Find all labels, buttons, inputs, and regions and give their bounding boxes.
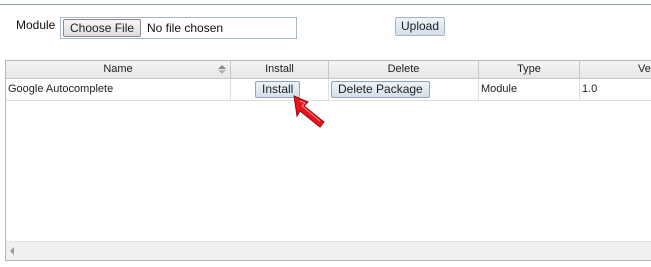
cell-type: Module <box>479 79 580 100</box>
file-input[interactable]: Choose File No file chosen <box>60 17 297 39</box>
cell-name: Google Autocomplete <box>6 79 231 100</box>
packages-grid: Name Install Delete Type Ver Google Auto… <box>5 60 651 261</box>
top-divider <box>0 4 651 5</box>
column-header-install[interactable]: Install <box>231 61 329 78</box>
grid-header: Name Install Delete Type Ver <box>6 61 651 79</box>
scroll-left-icon[interactable] <box>10 247 14 255</box>
red-pointer-arrow-icon <box>293 95 325 128</box>
cell-delete: Delete Package <box>329 79 479 100</box>
module-label: Module <box>16 18 56 32</box>
column-label-version: Ver <box>638 63 651 75</box>
cell-version: 1.0 <box>582 83 598 95</box>
column-header-type[interactable]: Type <box>479 61 580 78</box>
column-header-delete[interactable]: Delete <box>329 61 479 78</box>
column-label-install: Install <box>265 63 294 75</box>
upload-button[interactable]: Upload <box>395 17 446 36</box>
horizontal-scrollbar[interactable] <box>6 241 651 260</box>
delete-package-button[interactable]: Delete Package <box>331 81 430 98</box>
column-label-delete: Delete <box>387 63 420 75</box>
column-label-name: Name <box>103 63 133 75</box>
sort-icon[interactable] <box>218 65 226 74</box>
choose-file-button[interactable]: Choose File <box>63 19 142 37</box>
column-header-version[interactable]: Ver <box>580 61 651 78</box>
column-label-type: Type <box>517 63 541 75</box>
column-header-name[interactable]: Name <box>6 61 231 78</box>
file-status-text: No file chosen <box>147 21 224 35</box>
